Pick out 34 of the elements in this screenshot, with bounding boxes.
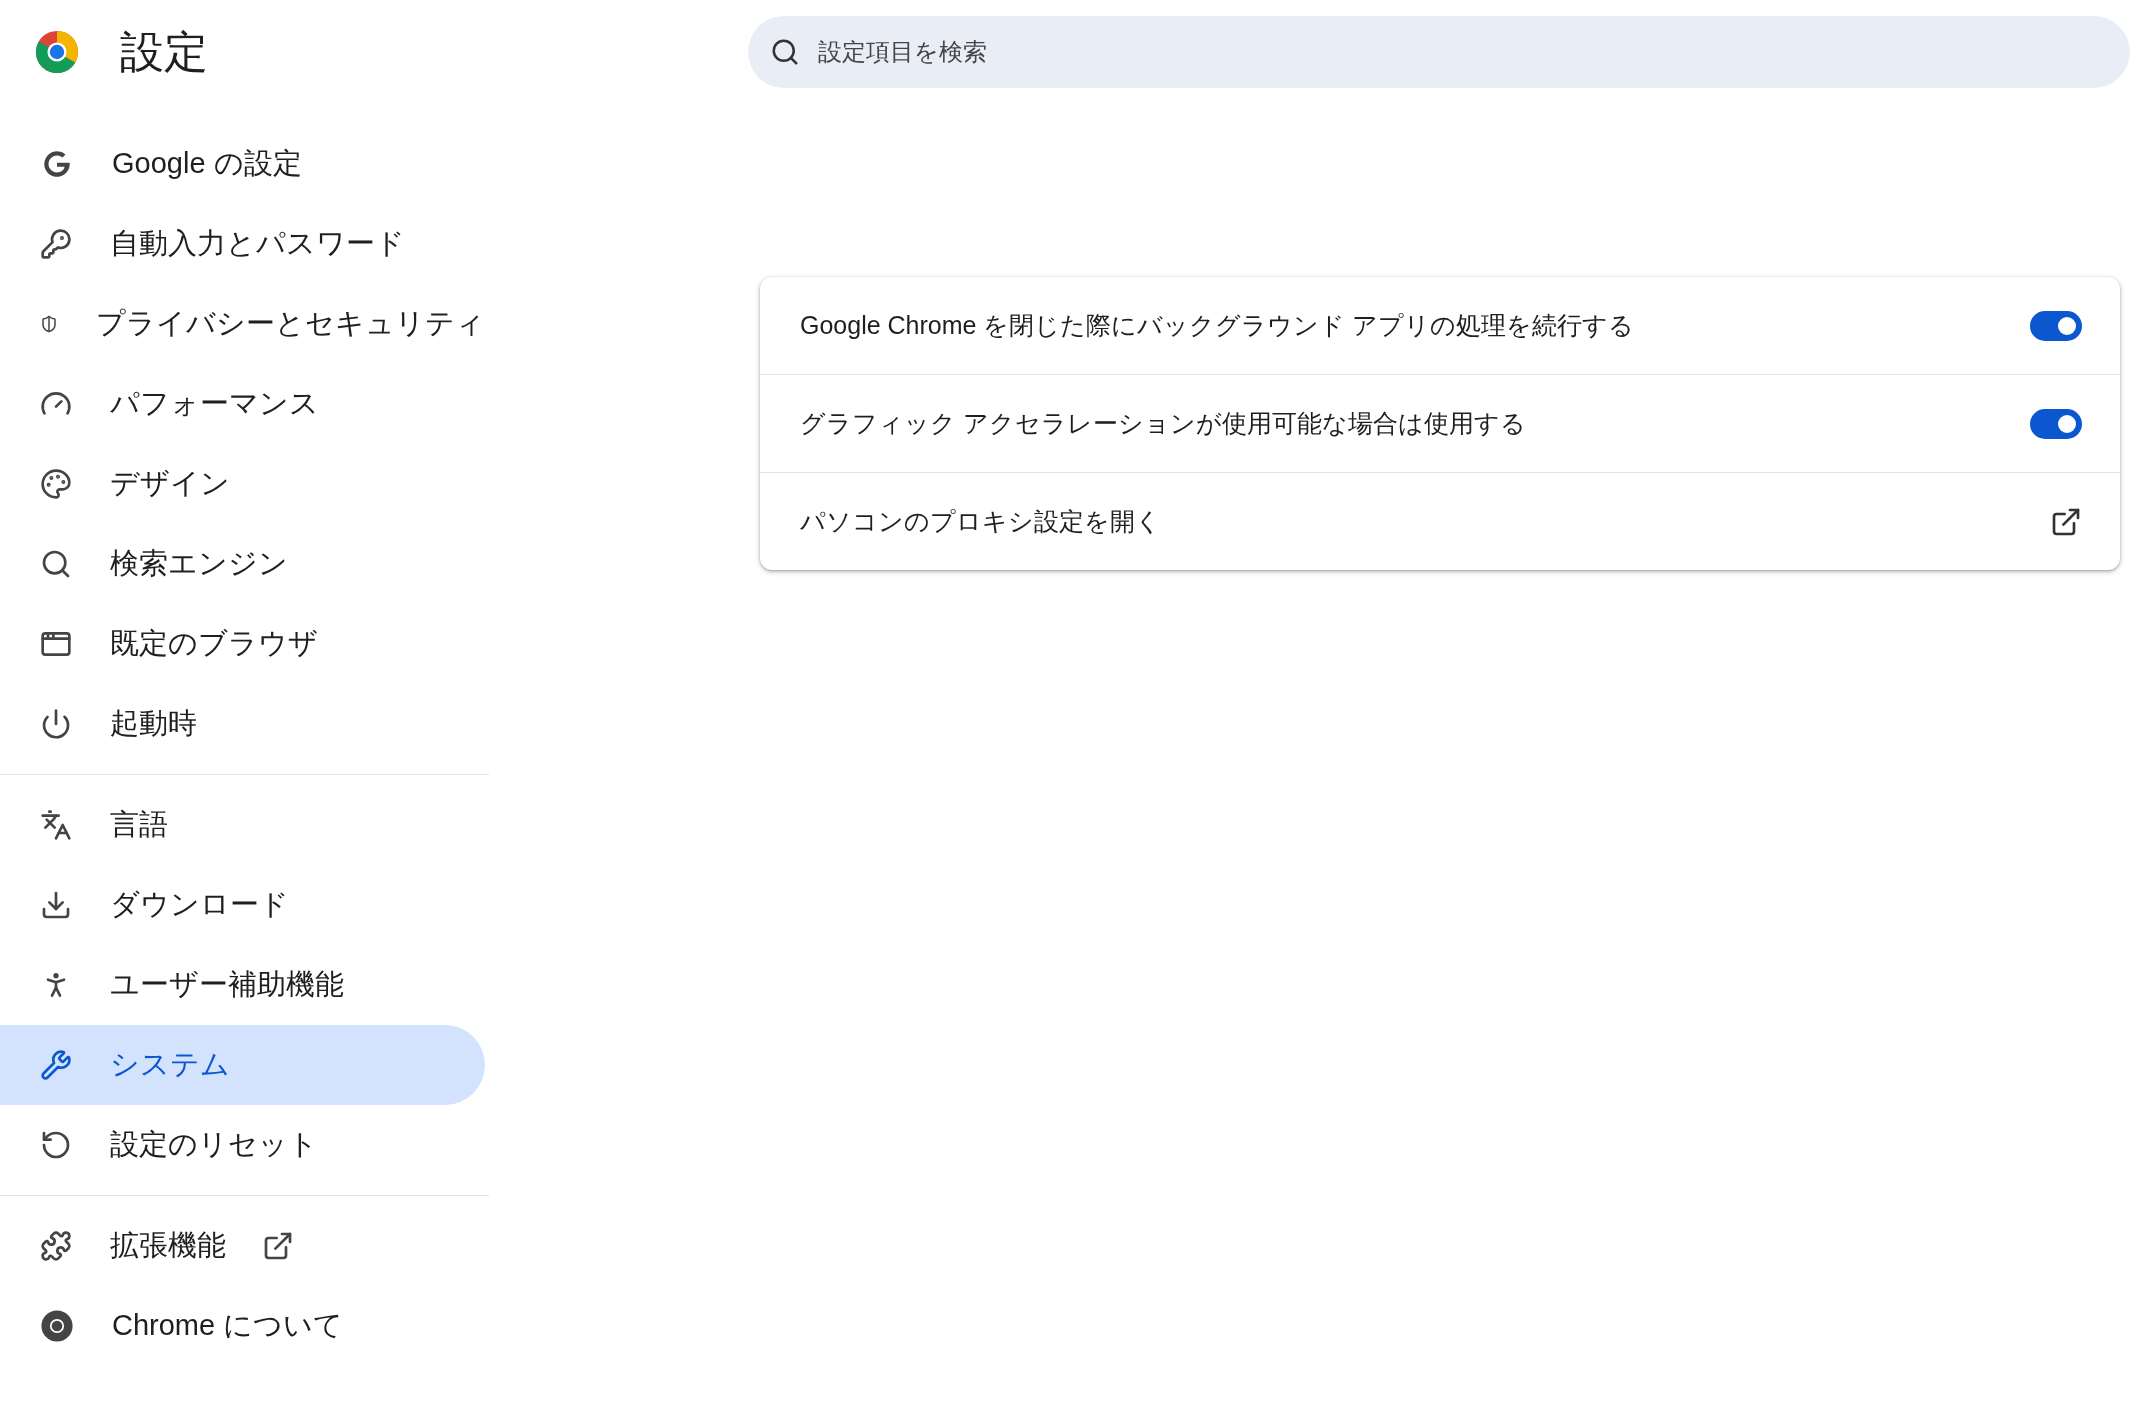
sidebar-item[interactable]: 検索エンジン	[0, 524, 485, 604]
sidebar-item[interactable]: ダウンロード	[0, 865, 485, 945]
key-icon	[40, 228, 72, 260]
sidebar-item[interactable]: Google の設定	[0, 124, 485, 204]
wrench-icon	[40, 1049, 72, 1081]
chrome-icon	[40, 1309, 74, 1343]
setting-label: パソコンのプロキシ設定を開く	[800, 506, 1161, 537]
sidebar-item[interactable]: 起動時	[0, 684, 485, 764]
toggle-switch[interactable]	[2030, 310, 2082, 341]
search-field[interactable]: 設定項目を検索	[748, 16, 2130, 88]
sidebar-item[interactable]: 設定のリセット	[0, 1105, 485, 1185]
sidebar-item[interactable]: デザイン	[0, 444, 485, 524]
palette-icon	[40, 468, 72, 500]
sidebar-item[interactable]: プライバシーとセキュリティ	[0, 284, 485, 364]
power-icon	[40, 708, 72, 740]
toggle-switch[interactable]	[2030, 408, 2082, 439]
sidebar-item[interactable]: 拡張機能	[0, 1206, 485, 1286]
download-icon	[40, 889, 72, 921]
translate-icon	[40, 809, 72, 841]
search-icon	[770, 37, 800, 67]
sidebar-item[interactable]: Chrome について	[0, 1286, 485, 1366]
search-icon	[40, 548, 72, 580]
setting-label: Google Chrome を閉じた際にバックグラウンド アプリの処理を続行する	[800, 310, 1635, 341]
sidebar-item[interactable]: システム	[0, 1025, 485, 1105]
chrome-logo-icon	[34, 29, 80, 75]
page-title: 設定	[120, 25, 208, 78]
sidebar-item[interactable]: 言語	[0, 785, 485, 865]
puzzle-icon	[40, 1230, 72, 1262]
setting-label: グラフィック アクセラレーションが使用可能な場合は使用する	[800, 408, 1526, 439]
sidebar-item[interactable]: 既定のブラウザ	[0, 604, 485, 684]
sidebar-item[interactable]: ユーザー補助機能	[0, 945, 485, 1025]
sidebar-item[interactable]: パフォーマンス	[0, 364, 485, 444]
reset-icon	[40, 1129, 72, 1161]
sidebar-item[interactable]: 自動入力とパスワード	[0, 204, 485, 284]
